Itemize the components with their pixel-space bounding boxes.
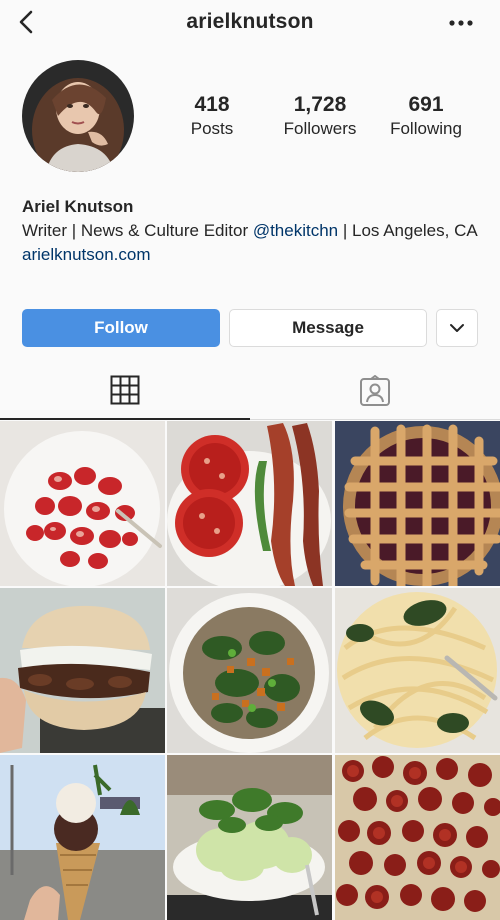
profile-username: arielknutson xyxy=(186,10,314,33)
chevron-down-icon xyxy=(450,324,464,332)
follow-button[interactable]: Follow xyxy=(22,309,220,347)
following-count: 691 xyxy=(408,93,444,116)
tagged-user-icon xyxy=(360,375,390,406)
following-stat[interactable]: 691 Following xyxy=(380,92,472,140)
more-horizontal-icon xyxy=(449,20,473,26)
tab-tagged[interactable] xyxy=(250,362,500,420)
post-thumbnail-mushroom-sandwich[interactable] xyxy=(0,588,165,753)
post-thumbnail-ice-cream-cone[interactable] xyxy=(0,755,165,920)
post-thumbnail-strawberries[interactable] xyxy=(0,421,165,586)
more-options-button[interactable] xyxy=(446,12,476,34)
tab-posts-grid[interactable] xyxy=(0,362,250,420)
suggested-dropdown-button[interactable] xyxy=(436,309,478,347)
post-thumbnail-salad[interactable] xyxy=(167,755,332,920)
followers-count: 1,728 xyxy=(293,93,347,116)
grid-icon xyxy=(110,375,140,405)
profile-bio: Ariel Knutson Writer | News & Culture Ed… xyxy=(22,195,482,267)
profile-avatar[interactable] xyxy=(22,60,134,172)
followers-label: Followers xyxy=(283,119,357,138)
posts-grid xyxy=(0,421,500,920)
posts-stat[interactable]: 418 Posts xyxy=(174,92,250,140)
bio-mention-link[interactable]: @thekitchn xyxy=(253,221,338,240)
post-thumbnail-tomato-bacon-sandwich[interactable] xyxy=(167,421,332,586)
post-thumbnail-greens-bowl[interactable] xyxy=(167,588,332,753)
post-thumbnail-lattice-pie[interactable] xyxy=(335,421,500,586)
posts-label: Posts xyxy=(190,119,234,138)
bio-prefix: Writer | News & Culture Editor xyxy=(22,221,253,240)
posts-count: 418 xyxy=(194,93,230,116)
top-bar: arielknutson xyxy=(0,0,500,46)
bio-text: Writer | News & Culture Editor @thekitch… xyxy=(22,219,482,243)
profile-tabs xyxy=(0,362,500,420)
followers-stat[interactable]: 1,728 Followers xyxy=(272,92,368,140)
following-label: Following xyxy=(390,119,462,138)
website-link[interactable]: arielknutson.com xyxy=(22,243,482,267)
post-thumbnail-pepperoni-pizza[interactable] xyxy=(335,755,500,920)
bio-suffix: | Los Angeles, CA xyxy=(338,221,478,240)
message-button[interactable]: Message xyxy=(229,309,427,347)
profile-full-name: Ariel Knutson xyxy=(22,197,134,216)
post-thumbnail-pasta[interactable] xyxy=(335,588,500,753)
